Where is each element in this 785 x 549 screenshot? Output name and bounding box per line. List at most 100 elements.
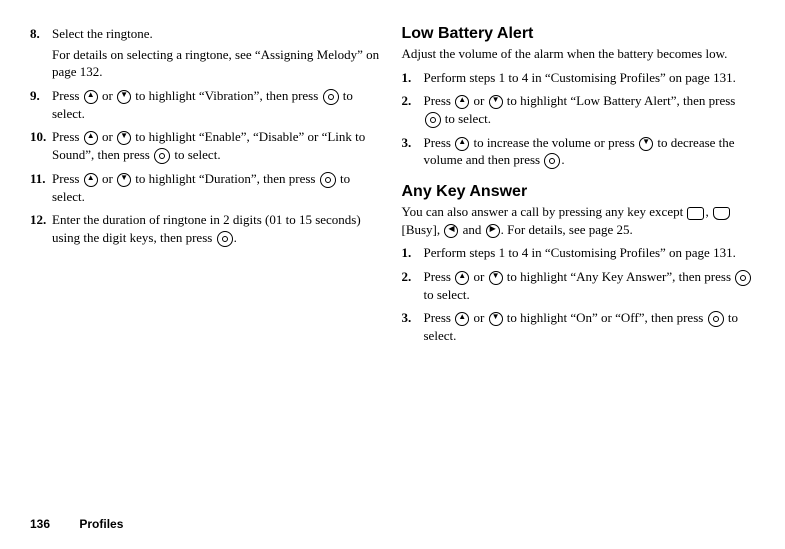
lb-step-1: 1. Perform steps 1 to 4 in “Customising … — [402, 69, 756, 87]
ak-step-3: 3. Press or to highlight “On” or “Off”, … — [402, 309, 756, 345]
text-post: to select. — [442, 111, 491, 126]
step-text: Select the ringtone. — [52, 26, 153, 41]
ak-step-1: 1. Perform steps 1 to 4 in “Customising … — [402, 244, 756, 262]
select-icon — [425, 112, 441, 128]
step-number: 1. — [402, 69, 424, 87]
page-number: 136 — [30, 517, 50, 531]
text-pre: Press — [52, 129, 83, 144]
up-icon — [84, 90, 98, 104]
step-10: 10. Press or to highlight “Enable”, “Dis… — [30, 128, 384, 164]
step-body: Perform steps 1 to 4 in “Customising Pro… — [424, 69, 756, 87]
down-icon — [489, 271, 503, 285]
select-icon — [323, 89, 339, 105]
text-mid1: or — [470, 269, 487, 284]
step-number: 8. — [30, 25, 52, 81]
desc-busy: [Busy], — [402, 222, 444, 237]
right-column: Low Battery Alert Adjust the volume of t… — [402, 25, 756, 351]
step-body: Select the ringtone. For details on sele… — [52, 25, 384, 81]
text-pre: Press — [424, 93, 455, 108]
up-icon — [455, 137, 469, 151]
text-pre: Press — [424, 310, 455, 325]
select-icon — [735, 270, 751, 286]
section-low-battery: Low Battery Alert Adjust the volume of t… — [402, 25, 756, 169]
down-icon — [117, 173, 131, 187]
step-number: 11. — [30, 170, 52, 206]
softkey-icon — [713, 207, 730, 220]
page-footer: 136 Profiles — [30, 517, 123, 531]
select-icon — [217, 231, 233, 247]
step-body: Perform steps 1 to 4 in “Customising Pro… — [424, 244, 756, 262]
text-post: . — [234, 230, 237, 245]
step-body: Press or to highlight “Low Battery Alert… — [424, 92, 756, 128]
ak-step-2: 2. Press or to highlight “Any Key Answer… — [402, 268, 756, 304]
left-column: 8. Select the ringtone. For details on s… — [30, 25, 384, 351]
down-icon — [489, 95, 503, 109]
right-icon — [486, 224, 500, 238]
text-mid2: to highlight “Any Key Answer”, then pres… — [504, 269, 735, 284]
text-mid2: to highlight “On” or “Off”, then press — [504, 310, 707, 325]
step-number: 1. — [402, 244, 424, 262]
step-number: 12. — [30, 211, 52, 247]
text-pre: Press — [424, 269, 455, 284]
step-body: Press or to highlight “Any Key Answer”, … — [424, 268, 756, 304]
text-mid1: or — [99, 171, 116, 186]
step-body: Press or to highlight “On” or “Off”, the… — [424, 309, 756, 345]
step-body: Press to increase the volume or press to… — [424, 134, 756, 170]
step-number: 2. — [402, 92, 424, 128]
up-icon — [455, 271, 469, 285]
text-pre: Press — [424, 135, 455, 150]
step-12: 12. Enter the duration of ringtone in 2 … — [30, 211, 384, 247]
select-icon — [154, 148, 170, 164]
text-pre: Enter the duration of ringtone in 2 digi… — [52, 212, 361, 245]
step-number: 9. — [30, 87, 52, 123]
section-title: Low Battery Alert — [402, 25, 756, 43]
down-icon — [117, 131, 131, 145]
step-9: 9. Press or to highlight “Vibration”, th… — [30, 87, 384, 123]
text-pre: Press — [52, 88, 83, 103]
select-icon — [320, 172, 336, 188]
text-mid2: to highlight “Low Battery Alert”, then p… — [504, 93, 736, 108]
step-number: 3. — [402, 309, 424, 345]
text-mid1: or — [99, 88, 116, 103]
lb-step-3: 3. Press to increase the volume or press… — [402, 134, 756, 170]
step-body: Press or to highlight “Duration”, then p… — [52, 170, 384, 206]
text-mid1: or — [99, 129, 116, 144]
section-any-key: Any Key Answer You can also answer a cal… — [402, 183, 756, 345]
down-icon — [117, 90, 131, 104]
step-number: 10. — [30, 128, 52, 164]
text-pre: Press — [52, 171, 83, 186]
select-icon — [708, 311, 724, 327]
up-icon — [455, 95, 469, 109]
up-icon — [455, 312, 469, 326]
text-mid2: to highlight “Duration”, then press — [132, 171, 319, 186]
chapter-name: Profiles — [79, 517, 123, 531]
step-11: 11. Press or to highlight “Duration”, th… — [30, 170, 384, 206]
text-post: . — [561, 152, 564, 167]
step-8: 8. Select the ringtone. For details on s… — [30, 25, 384, 81]
up-icon — [84, 173, 98, 187]
step-number: 2. — [402, 268, 424, 304]
desc-and: and — [459, 222, 484, 237]
step-body: Press or to highlight “Vibration”, then … — [52, 87, 384, 123]
step-body: Enter the duration of ringtone in 2 digi… — [52, 211, 384, 247]
up-icon — [84, 131, 98, 145]
text-mid1: or — [470, 93, 487, 108]
section-title: Any Key Answer — [402, 183, 756, 201]
text-mid1: or — [470, 310, 487, 325]
text-mid2: to highlight “Vibration”, then press — [132, 88, 322, 103]
step-body: Press or to highlight “Enable”, “Disable… — [52, 128, 384, 164]
lb-step-2: 2. Press or to highlight “Low Battery Al… — [402, 92, 756, 128]
text-post: to select. — [424, 287, 470, 302]
page-columns: 8. Select the ringtone. For details on s… — [30, 25, 755, 351]
desc-pre: You can also answer a call by pressing a… — [402, 204, 687, 219]
text-post: to select. — [171, 147, 220, 162]
select-icon — [544, 153, 560, 169]
text-mid1: to increase the volume or press — [470, 135, 638, 150]
down-icon — [639, 137, 653, 151]
step-number: 3. — [402, 134, 424, 170]
end-key-icon — [687, 207, 704, 220]
left-icon — [444, 224, 458, 238]
step-detail: For details on selecting a ringtone, see… — [52, 46, 384, 81]
desc-post: . For details, see page 25. — [501, 222, 633, 237]
down-icon — [489, 312, 503, 326]
